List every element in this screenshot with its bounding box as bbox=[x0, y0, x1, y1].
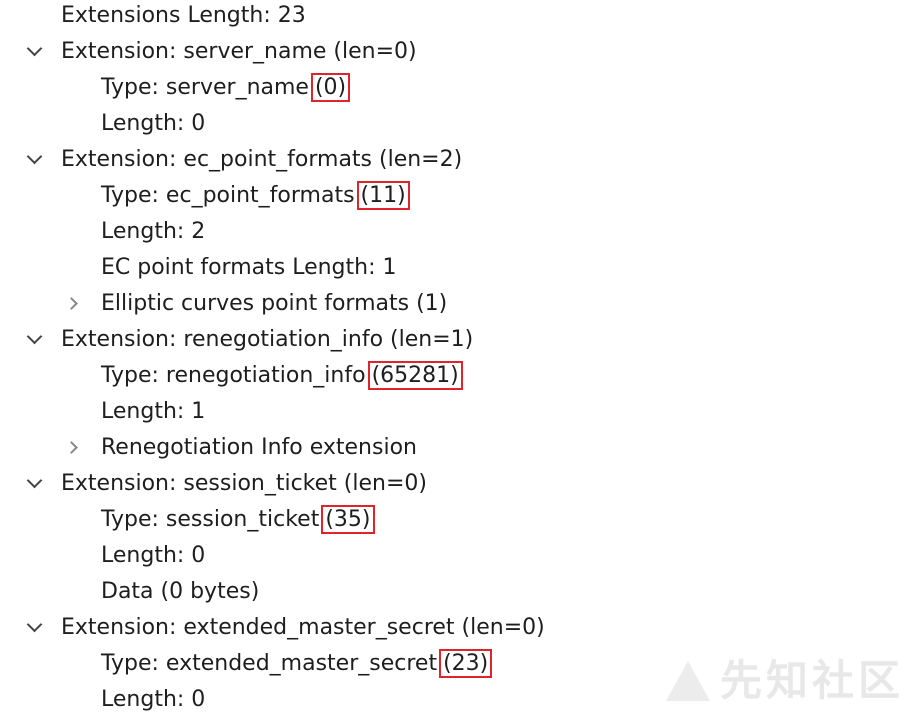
chevron-right-icon[interactable] bbox=[63, 286, 83, 322]
tree-item-label: Extensions Length: 23 bbox=[61, 3, 306, 28]
chevron-down-icon[interactable] bbox=[24, 610, 44, 646]
type-label: Type: session_ticket bbox=[101, 507, 320, 532]
tree-item-label: Extension: ec_point_formats (len=2) bbox=[61, 147, 463, 172]
type-label: Type: renegotiation_info bbox=[101, 363, 366, 388]
tree-item-elliptic-curves-point-formats[interactable]: Elliptic curves point formats (1) bbox=[0, 286, 924, 322]
tree-item-type[interactable]: Type: session_ticket (35) bbox=[0, 502, 924, 538]
tree-item-label: Data (0 bytes) bbox=[101, 579, 260, 604]
highlighted-type-code: (11) bbox=[356, 181, 410, 210]
tree-item-label: Length: 0 bbox=[101, 111, 206, 136]
tree-item-label: Length: 0 bbox=[101, 543, 206, 568]
tree-item-label: Elliptic curves point formats (1) bbox=[101, 291, 448, 316]
highlighted-type-code: (23) bbox=[439, 649, 493, 678]
type-label: Type: server_name bbox=[101, 75, 309, 100]
type-label: Type: extended_master_secret bbox=[101, 651, 438, 676]
tree-item-length[interactable]: Length: 1 bbox=[0, 394, 924, 430]
watermark-logo-icon bbox=[665, 661, 710, 701]
highlighted-type-code: (0) bbox=[310, 73, 351, 102]
tree-item-label: Length: 2 bbox=[101, 219, 206, 244]
tree-item-ext-ec-point-formats[interactable]: Extension: ec_point_formats (len=2) bbox=[0, 142, 924, 178]
tree-item-label: Renegotiation Info extension bbox=[101, 435, 417, 460]
chevron-right-icon[interactable] bbox=[63, 430, 83, 466]
tree-item-ec-point-formats-length[interactable]: EC point formats Length: 1 bbox=[0, 250, 924, 286]
tree-item-label: Extension: extended_master_secret (len=0… bbox=[61, 615, 545, 640]
chevron-down-icon[interactable] bbox=[24, 466, 44, 502]
chevron-down-icon[interactable] bbox=[24, 322, 44, 358]
highlighted-type-code: (35) bbox=[321, 505, 375, 534]
tree-item-ext-session-ticket[interactable]: Extension: session_ticket (len=0) bbox=[0, 466, 924, 502]
chevron-down-icon[interactable] bbox=[24, 34, 44, 70]
tree-item-data[interactable]: Data (0 bytes) bbox=[0, 574, 924, 610]
tree-item-type[interactable]: Type: server_name (0) bbox=[0, 70, 924, 106]
tree-item-length[interactable]: Length: 2 bbox=[0, 214, 924, 250]
type-label: Type: ec_point_formats bbox=[101, 183, 355, 208]
tree-item-length[interactable]: Length: 0 bbox=[0, 106, 924, 142]
tree-item-type[interactable]: Type: ec_point_formats (11) bbox=[0, 178, 924, 214]
watermark-text: 先知社区 bbox=[719, 656, 904, 705]
tree-item-label: Length: 0 bbox=[101, 687, 206, 712]
tree-item-ext-extended-master-secret[interactable]: Extension: extended_master_secret (len=0… bbox=[0, 610, 924, 646]
tree-item-label: Length: 1 bbox=[101, 399, 206, 424]
tree-item-label: Extension: renegotiation_info (len=1) bbox=[61, 327, 474, 352]
highlighted-type-code: (65281) bbox=[367, 361, 463, 390]
tree-item-renegotiation-info-extension[interactable]: Renegotiation Info extension bbox=[0, 430, 924, 466]
tree-item-label: EC point formats Length: 1 bbox=[101, 255, 397, 280]
tree-item-label: Extension: session_ticket (len=0) bbox=[61, 471, 427, 496]
tree-item-label: Extension: server_name (len=0) bbox=[61, 39, 417, 64]
tree-item-extensions-length[interactable]: Extensions Length: 23 bbox=[0, 0, 924, 34]
tree-item-ext-renegotiation-info[interactable]: Extension: renegotiation_info (len=1) bbox=[0, 322, 924, 358]
watermark: 先知社区 bbox=[665, 647, 904, 708]
tree-item-ext-server-name[interactable]: Extension: server_name (len=0) bbox=[0, 34, 924, 70]
chevron-down-icon[interactable] bbox=[24, 142, 44, 178]
tree-item-type[interactable]: Type: renegotiation_info (65281) bbox=[0, 358, 924, 394]
tree-item-length[interactable]: Length: 0 bbox=[0, 538, 924, 574]
